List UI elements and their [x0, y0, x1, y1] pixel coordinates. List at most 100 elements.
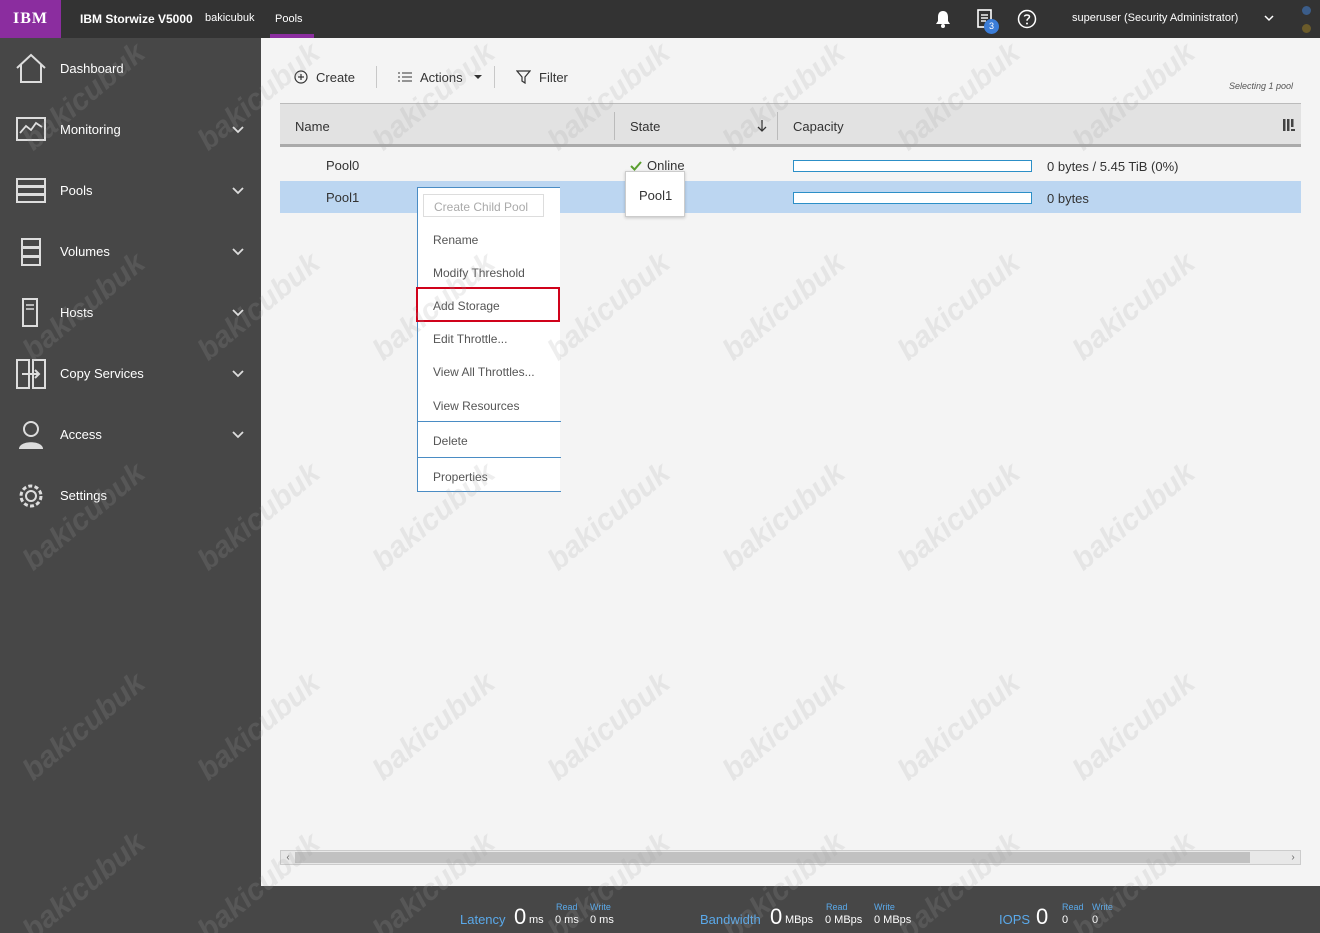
horizontal-scrollbar[interactable]: ‹ ›	[280, 850, 1301, 865]
latency-write-value: 0 ms	[590, 914, 614, 926]
logo-text: IBM	[13, 10, 48, 27]
menu-item-properties[interactable]: Properties	[433, 470, 488, 484]
chevron-down-icon	[232, 370, 244, 378]
sidebar-item-monitoring[interactable]: Monitoring	[0, 99, 261, 160]
menu-divider	[418, 421, 561, 422]
bandwidth-value: 0	[770, 904, 783, 929]
access-icon	[19, 421, 43, 449]
list-icon	[398, 72, 412, 82]
actions-label: Actions	[420, 69, 463, 85]
menu-divider	[418, 457, 561, 458]
system-name[interactable]: bakicubuk	[205, 12, 255, 24]
menu-item-modify-threshold[interactable]: Modify Threshold	[433, 266, 525, 280]
system-status-indicator[interactable]	[1302, 6, 1314, 34]
table-row[interactable]: Pool0 Online 0 bytes / 5.45 TiB (0%)	[280, 149, 1301, 181]
latency-value: 0	[514, 904, 527, 929]
iops-read-label: Read	[1062, 902, 1084, 912]
chevron-down-icon	[232, 126, 244, 134]
bandwidth-unit: MBps	[785, 914, 814, 926]
sidebar-item-label: Dashboard	[60, 61, 124, 76]
breadcrumb-current[interactable]: Pools	[275, 13, 303, 25]
sidebar-item-pools[interactable]: Pools	[0, 160, 261, 221]
menu-item-delete[interactable]: Delete	[433, 434, 468, 448]
column-divider[interactable]	[777, 112, 778, 140]
column-header-name[interactable]: Name	[295, 119, 330, 134]
chevron-down-icon[interactable]	[1262, 11, 1276, 25]
capacity-bar	[793, 160, 1032, 172]
chevron-down-icon	[232, 431, 244, 439]
actions-button[interactable]: Actions	[398, 68, 483, 86]
menu-divider	[418, 491, 561, 492]
scroll-left-arrow-icon[interactable]: ‹	[281, 851, 295, 864]
pool-name: Pool0	[326, 158, 360, 173]
iops-write-label: Write	[1092, 902, 1113, 912]
menu-item-view-resources[interactable]: View Resources	[433, 399, 519, 413]
monitoring-icon	[16, 117, 46, 141]
menu-item-view-all-throttles[interactable]: View All Throttles...	[433, 365, 535, 379]
user-menu[interactable]: superuser (Security Administrator)	[1072, 12, 1238, 24]
sidebar-item-access[interactable]: Access	[0, 404, 261, 465]
selection-status: Selecting 1 pool	[1228, 81, 1293, 91]
bandwidth-write-value: 0 MBps	[874, 914, 912, 926]
scrollbar-thumb[interactable]	[295, 852, 1250, 863]
volumes-icon	[21, 238, 41, 266]
top-bar: IBM IBM Storwize V5000 bakicubuk Pools 3…	[0, 0, 1320, 38]
sidebar-item-label: Hosts	[60, 305, 94, 320]
hosts-icon	[22, 298, 38, 327]
latency-label: Latency	[460, 912, 506, 927]
ibm-logo[interactable]: IBM	[0, 0, 61, 38]
sidebar: Dashboard Monitoring Pools Volumes Hosts…	[0, 38, 261, 933]
latency-write-label: Write	[590, 902, 611, 912]
filter-icon	[516, 70, 531, 84]
sidebar-item-hosts[interactable]: Hosts	[0, 282, 261, 343]
settings-icon	[19, 484, 43, 508]
menu-item-rename[interactable]: Rename	[433, 233, 478, 247]
bandwidth-write-label: Write	[874, 902, 895, 912]
iops-label: IOPS	[999, 912, 1031, 927]
sidebar-item-label: Settings	[60, 488, 107, 503]
latency-read-value: 0 ms	[555, 914, 579, 926]
plus-circle-icon	[294, 70, 308, 84]
column-divider[interactable]	[614, 112, 615, 140]
column-settings-icon[interactable]	[1282, 118, 1296, 132]
performance-bar[interactable]: Latency 0 ms Read 0 ms Write 0 ms Bandwi…	[261, 886, 1320, 933]
pools-icon	[16, 178, 46, 203]
capacity-text: 0 bytes / 5.45 TiB (0%)	[1047, 159, 1179, 174]
bandwidth-label: Bandwidth	[700, 912, 761, 927]
filter-label: Filter	[539, 69, 568, 85]
column-header-capacity[interactable]: Capacity	[793, 119, 844, 134]
check-icon	[630, 160, 642, 171]
caret-down-icon	[473, 75, 482, 79]
latency-read-label: Read	[556, 902, 578, 912]
toolbar-divider	[376, 66, 377, 88]
table-header: Name State Capacity	[280, 103, 1301, 147]
task-count-badge: 3	[984, 19, 999, 34]
iops-write-value: 0	[1092, 914, 1099, 926]
chevron-down-icon	[232, 309, 244, 317]
column-header-state[interactable]: State	[630, 119, 660, 134]
menu-item-create-child-pool: Create Child Pool	[423, 194, 544, 217]
sidebar-item-label: Volumes	[60, 244, 110, 259]
sidebar-item-label: Access	[60, 427, 102, 442]
sidebar-item-dashboard[interactable]: Dashboard	[0, 38, 261, 99]
sidebar-item-copy-services[interactable]: Copy Services	[0, 343, 261, 404]
sidebar-item-label: Copy Services	[60, 366, 144, 381]
capacity-text: 0 bytes	[1047, 191, 1089, 206]
sort-arrow-down-icon[interactable]	[756, 119, 768, 133]
add-storage-highlight	[416, 287, 560, 322]
create-button[interactable]: Create	[294, 68, 355, 86]
context-menu: Create Child Pool Rename Modify Threshol…	[417, 187, 561, 492]
chevron-down-icon	[232, 187, 244, 195]
sidebar-item-volumes[interactable]: Volumes	[0, 221, 261, 282]
latency-unit: ms	[529, 914, 544, 926]
scroll-right-arrow-icon[interactable]: ›	[1286, 851, 1300, 864]
notifications-bell-icon[interactable]	[933, 9, 953, 29]
filter-button[interactable]: Filter	[516, 68, 568, 86]
create-label: Create	[316, 69, 356, 85]
capacity-bar	[793, 192, 1032, 204]
menu-item-edit-throttle[interactable]: Edit Throttle...	[433, 332, 507, 346]
bandwidth-read-value: 0 MBps	[825, 914, 863, 926]
bandwidth-read-label: Read	[826, 902, 848, 912]
sidebar-item-settings[interactable]: Settings	[0, 465, 261, 526]
help-icon[interactable]	[1017, 9, 1037, 29]
